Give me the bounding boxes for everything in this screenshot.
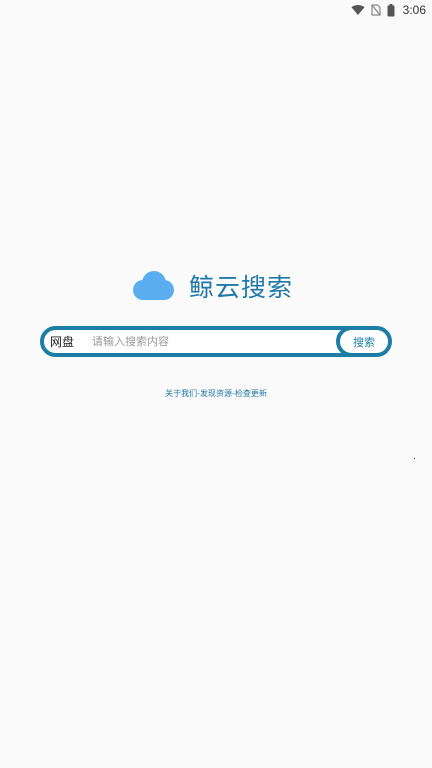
about-us-link[interactable]: 关于我们 <box>165 389 197 398</box>
check-update-link[interactable]: 检查更新 <box>235 389 267 398</box>
discover-resources-link[interactable]: 发现资源 <box>200 389 232 398</box>
app-screen: 3:06 鲸云搜索 网盘 搜索 关于我们-发现资源-检查更新 <box>0 0 432 768</box>
cloud-icon <box>129 270 175 302</box>
footer-links: 关于我们-发现资源-检查更新 <box>0 388 432 399</box>
search-type-label[interactable]: 网盘 <box>44 333 86 350</box>
battery-icon <box>387 3 395 17</box>
logo-row: 鲸云搜索 <box>0 266 432 306</box>
wifi-icon <box>351 4 365 16</box>
stray-dot <box>414 458 415 459</box>
search-button[interactable]: 搜索 <box>336 330 388 353</box>
app-title: 鲸云搜索 <box>188 273 293 302</box>
status-time: 3:06 <box>402 3 426 17</box>
no-sim-icon <box>371 4 381 16</box>
search-bar: 网盘 搜索 <box>40 326 392 357</box>
status-bar: 3:06 <box>0 0 432 20</box>
